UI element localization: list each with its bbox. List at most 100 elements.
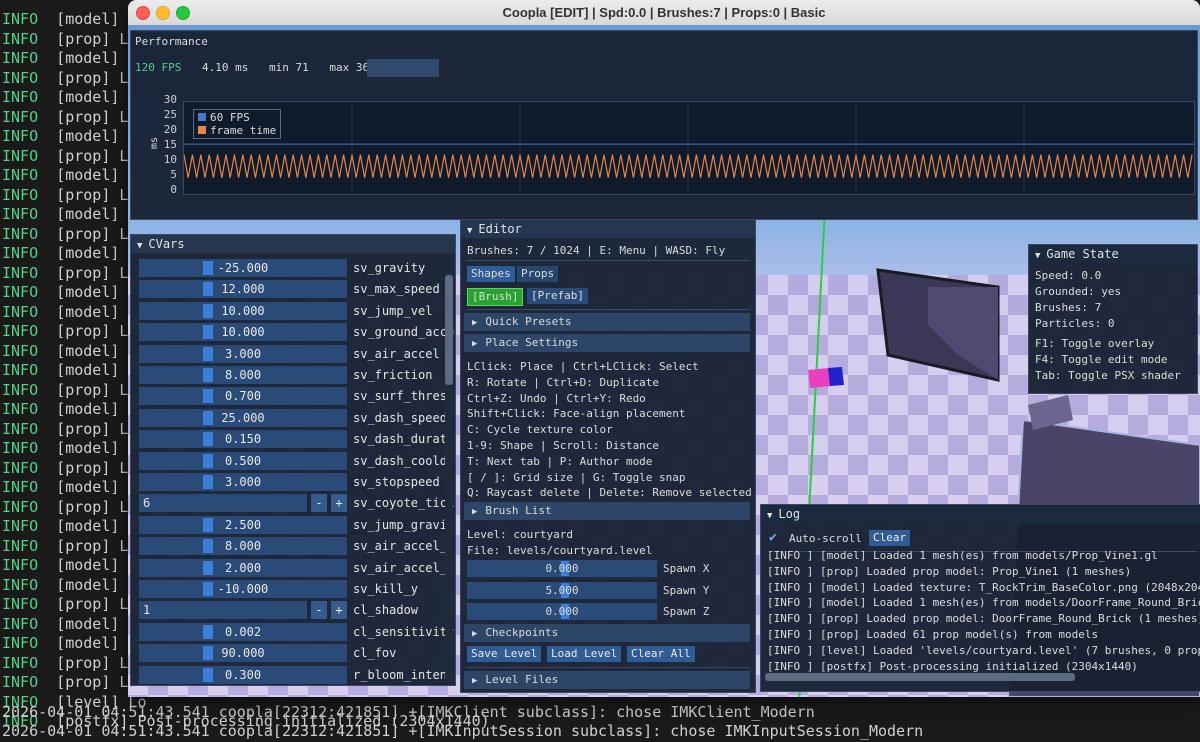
log-level: INFO: [2, 322, 39, 340]
clear-log-button[interactable]: Clear: [869, 530, 911, 546]
spawn-x-slider[interactable]: 0.000: [467, 560, 657, 577]
cvar-slider[interactable]: 12.000: [139, 280, 347, 299]
terminal-line: INFO [model] L: [2, 517, 137, 537]
terminal-line: INFO [prop] Lo: [2, 264, 137, 284]
terminal-line: INFO [model] L: [2, 400, 137, 420]
cvar-slider[interactable]: 10.000: [139, 323, 347, 342]
log-panel[interactable]: ▼ Log ✔ Auto-scroll Clear [INFO ] [model]…: [760, 504, 1200, 692]
log-header[interactable]: ▼ Log: [761, 505, 1200, 523]
cvar-value: 0.150: [224, 432, 262, 447]
editor-panel[interactable]: ▼ Editor Brushes: 7 / 1024 | E: Menu | WA…: [460, 219, 756, 693]
int-input[interactable]: 1: [139, 601, 307, 620]
cvar-slider[interactable]: 8.000: [139, 537, 347, 556]
cvar-name: sv_dash_durati: [353, 432, 455, 447]
tab-shapes[interactable]: Shapes: [467, 266, 515, 282]
help-line: LClick: Place | Ctrl+LClick: Select: [467, 360, 699, 373]
cvars-scrollbar[interactable]: [445, 273, 453, 683]
cvar-slider[interactable]: 0.500: [139, 451, 347, 470]
expand-triangle-icon: ▶: [472, 676, 478, 686]
section-place-settings[interactable]: ▶ Place Settings: [464, 334, 750, 352]
terminal-line: INFO [prop] Lo: [2, 147, 137, 167]
section-quick-presets[interactable]: ▶ Quick Presets: [464, 313, 750, 331]
cvar-value: 10.000: [221, 325, 265, 340]
legend-item: 60 FPS: [198, 111, 276, 124]
terminal-line: INFO [model] L: [2, 303, 137, 323]
clear-all-button[interactable]: Clear All: [627, 646, 695, 662]
collapse-triangle-icon[interactable]: ▼: [467, 226, 472, 236]
performance-panel[interactable]: Performance 120 FPS 4.10 ms min 71 max 3…: [130, 30, 1198, 220]
cvar-slider[interactable]: -25.000: [139, 259, 347, 277]
cvar-slider[interactable]: 25.000: [139, 408, 347, 427]
cvar-slider[interactable]: 10.000: [139, 301, 347, 320]
terminal-line: INFO [model] L: [2, 439, 137, 459]
spawn-y-label: Spawn Y: [663, 584, 710, 597]
legend-swatch: [198, 113, 206, 121]
log-hscrollbar[interactable]: [765, 673, 1075, 681]
log-text: [model] L: [56, 575, 138, 594]
prefab-mode-button[interactable]: [Prefab]: [527, 288, 588, 304]
log-level: INFO: [2, 575, 39, 594]
help-line: Shift+Click: Face-align placement: [467, 407, 686, 421]
terminal-line: INFO [model] L: [2, 361, 137, 381]
log-line: [INFO ] [prop] Loaded 61 prop model(s) f…: [767, 628, 1099, 641]
log-text: [prop] Lo: [56, 595, 138, 613]
cvar-slider[interactable]: 0.300: [139, 665, 347, 684]
scrollbar-thumb[interactable]: [445, 275, 453, 385]
cvar-name: sv_air_accel_h: [353, 560, 455, 575]
cvar-slider[interactable]: 3.000: [139, 344, 347, 363]
terminal-footer-line: 2026-04-01 04:51:43.541 coopla[22312:421…: [2, 703, 815, 721]
increment-button[interactable]: +: [331, 601, 347, 620]
title-bar[interactable]: Coopla [EDIT] | Spd:0.0 | Brushes:7 | Pr…: [128, 0, 1200, 26]
y-tick-label: 25: [163, 108, 177, 121]
section-level-files[interactable]: ▶ Level Files: [464, 671, 750, 689]
decrement-button[interactable]: -: [311, 601, 327, 620]
cvar-name: cl_shadow: [353, 603, 419, 618]
cvar-slider[interactable]: -10.000: [139, 580, 347, 598]
terminal-line: INFO [prop] Lo: [2, 537, 137, 557]
cvar-slider[interactable]: 0.700: [139, 387, 347, 406]
log-level: INFO: [2, 419, 39, 438]
cvar-slider[interactable]: 0.150: [139, 430, 347, 449]
log-level: INFO: [2, 341, 39, 360]
log-text: [prop] Lo: [56, 107, 138, 126]
autoscroll-checkbox[interactable]: ✔: [769, 531, 783, 545]
spawn-z-slider[interactable]: 0.000: [467, 603, 657, 620]
section-checkpoints[interactable]: ▶ Checkpoints: [464, 624, 750, 642]
decrement-button[interactable]: -: [311, 494, 327, 513]
editor-header[interactable]: ▼ Editor: [461, 220, 755, 238]
int-input[interactable]: 6: [139, 494, 307, 513]
log-level: INFO: [2, 10, 39, 28]
load-level-button[interactable]: Load Level: [547, 646, 622, 662]
increment-button[interactable]: +: [331, 494, 347, 513]
log-level: INFO: [2, 517, 39, 535]
log-line: [INFO ] [prop] Loaded prop model: Prop_V…: [767, 564, 1132, 578]
log-text: [model] L: [56, 302, 138, 321]
help-line: Ctrl+Z: Undo | Ctrl+Y: Redo: [467, 391, 646, 405]
save-level-button[interactable]: Save Level: [467, 646, 542, 662]
cvar-slider[interactable]: 8.000: [139, 366, 347, 384]
log-level: INFO: [2, 634, 39, 652]
game-state-panel[interactable]: ▼ Game State Speed: 0.0 Grounded: yes Brush…: [1028, 244, 1198, 394]
spawn-y-slider[interactable]: 5.000: [467, 582, 657, 599]
collapse-triangle-icon[interactable]: ▼: [1035, 251, 1040, 261]
game-state-line: Grounded: yes: [1035, 285, 1122, 298]
cvars-header[interactable]: ▼ CVars: [131, 235, 455, 253]
cvar-slider[interactable]: 90.000: [139, 644, 347, 663]
brush-mode-button[interactable]: [Brush]: [467, 288, 524, 306]
cvars-panel[interactable]: ▼ CVars -25.000 sv_gravity 12.000 sv_max_spe…: [130, 234, 456, 686]
cvar-value: 25.000: [221, 410, 265, 425]
frame-time-plot[interactable]: [183, 101, 1195, 195]
tab-props[interactable]: Props: [517, 266, 559, 282]
terminal-line: INFO [model] L: [2, 205, 137, 225]
y-tick-label: 20: [163, 123, 177, 136]
cvar-slider[interactable]: 2.500: [139, 515, 347, 534]
section-brush-list[interactable]: ▶ Brush List: [464, 502, 750, 520]
log-level: INFO: [2, 536, 39, 555]
cvar-slider[interactable]: 2.000: [139, 558, 347, 577]
cvar-name: sv_coyote_tick: [353, 496, 455, 511]
collapse-triangle-icon[interactable]: ▼: [137, 241, 142, 251]
cvar-slider[interactable]: 0.002: [139, 622, 347, 641]
collapse-triangle-icon[interactable]: ▼: [767, 511, 772, 521]
game-state-header[interactable]: ▼ Game State: [1029, 245, 1197, 263]
cvar-slider[interactable]: 3.000: [139, 473, 347, 491]
